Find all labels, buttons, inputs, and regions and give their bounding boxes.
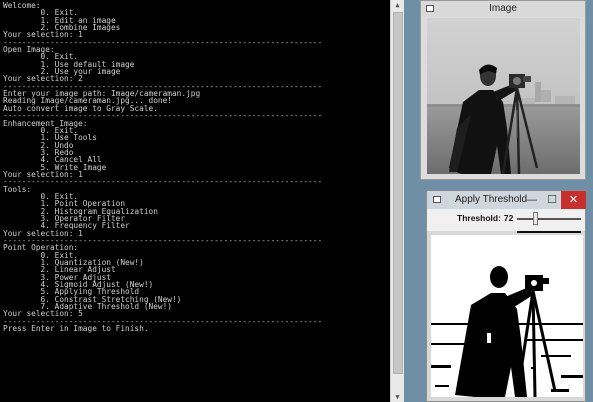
- console-scrollbar[interactable]: ▲ ▼: [390, 0, 404, 402]
- minimize-button[interactable]: —: [521, 191, 543, 209]
- threshold-trackbar[interactable]: Threshold: 72: [427, 209, 585, 233]
- threshold-window[interactable]: Apply Threshold — ☐ ✕ Threshold: 72: [426, 190, 586, 402]
- image-window[interactable]: Image: [420, 0, 586, 180]
- console-line: Press Enter in Image to Finish.: [3, 324, 149, 334]
- slider-track[interactable]: [517, 218, 581, 220]
- image-window-titlebar[interactable]: Image: [421, 1, 585, 17]
- threshold-label-text: Threshold:: [457, 213, 501, 223]
- maximize-button[interactable]: ☐: [541, 191, 563, 209]
- window-app-icon: [433, 196, 441, 203]
- console-separator: ----------------------------------------…: [3, 177, 323, 187]
- threshold-label: Threshold: 72: [457, 213, 513, 223]
- cameraman-photo[interactable]: [427, 18, 580, 174]
- threshold-window-title: Apply Threshold: [455, 194, 528, 205]
- console-window[interactable]: Welcome: 0. Exit. 1. Edit an image 2. Co…: [0, 0, 390, 402]
- image-window-title: Image: [489, 3, 517, 14]
- slider-thumb[interactable]: [532, 212, 538, 225]
- scroll-up-arrow-icon[interactable]: ▲: [391, 0, 404, 10]
- scrollbar-thumb[interactable]: [393, 12, 403, 374]
- threshold-value: 72: [503, 213, 514, 223]
- threshold-image: [431, 235, 583, 397]
- threshold-result-photo[interactable]: [431, 235, 583, 397]
- console-output: Welcome: 0. Exit. 1. Edit an image 2. Co…: [3, 1, 323, 334]
- slider-underline: [517, 231, 581, 233]
- close-button[interactable]: ✕: [561, 191, 586, 209]
- threshold-window-titlebar[interactable]: Apply Threshold — ☐ ✕: [427, 191, 586, 209]
- cameraman-image: [427, 18, 580, 174]
- scroll-down-arrow-icon[interactable]: ▼: [391, 392, 404, 402]
